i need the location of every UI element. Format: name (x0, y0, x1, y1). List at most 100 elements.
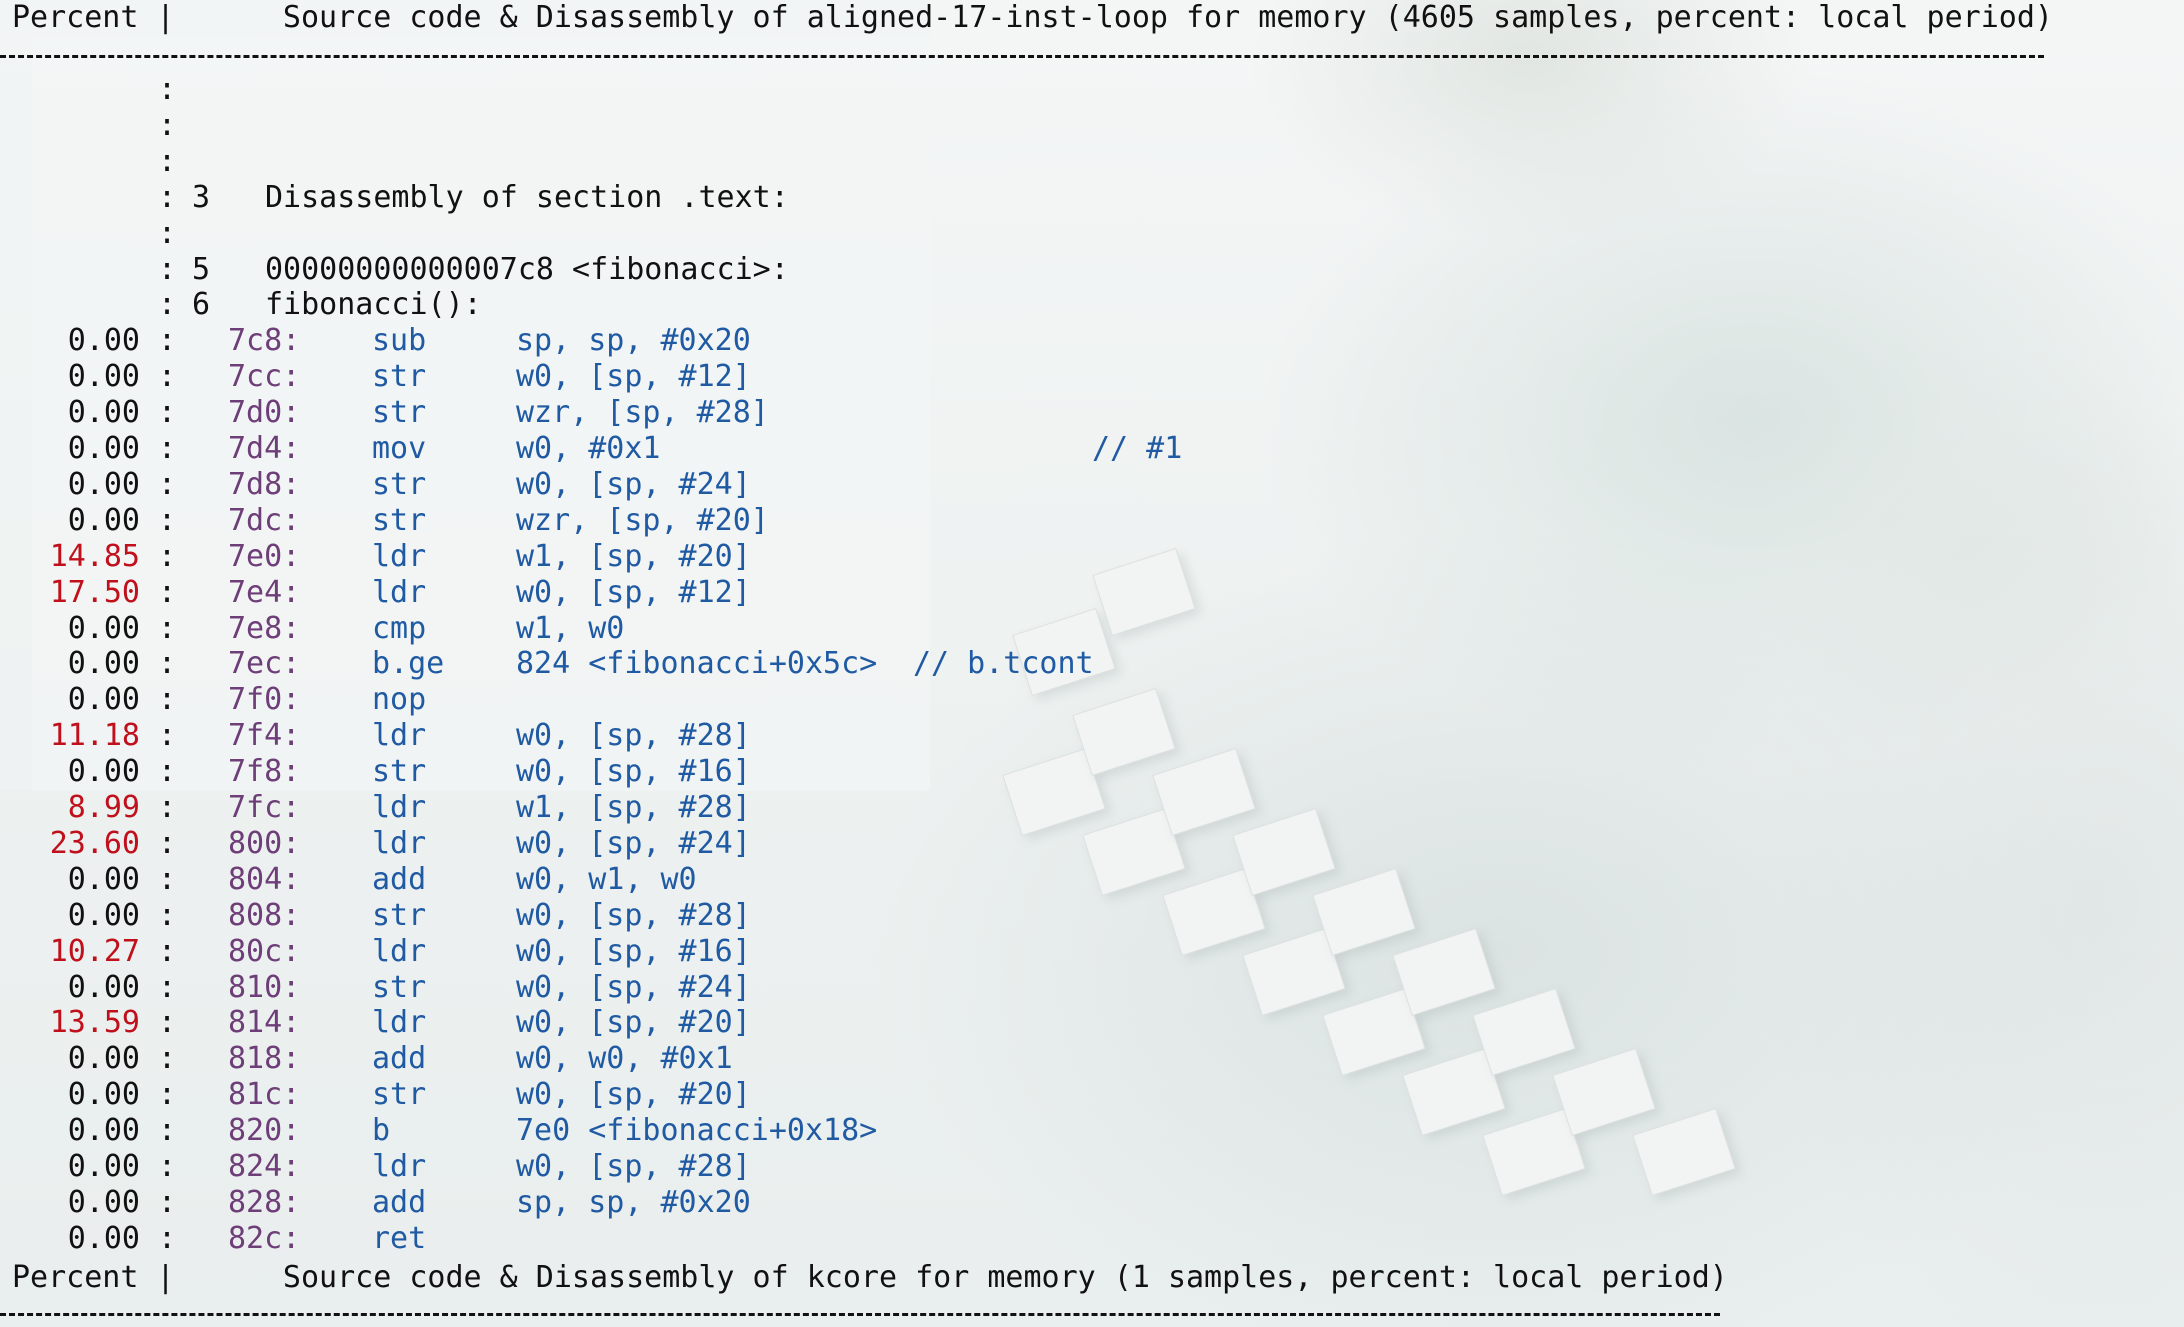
instruction-operands: w0, [sp, #20] (516, 1077, 751, 1113)
sample-percent: 0.00 (67, 1149, 140, 1184)
instruction-mnemonic: ldr (372, 933, 427, 969)
gutter-separator: : (158, 1077, 177, 1113)
instruction-mnemonic: str (372, 502, 427, 538)
instruction-address: 82c: (228, 1220, 301, 1256)
instruction-row[interactable]: 10.27: 80c: ldr w0, [sp, #16] (0, 934, 2184, 970)
instruction-address: 7e0: (228, 538, 301, 574)
gutter-separator: : (158, 1113, 177, 1149)
instruction-operands: w0, w1, w0 (516, 861, 697, 897)
instruction-row[interactable]: 0.00: 7f0: nop (0, 682, 2184, 718)
sample-percent: 0.00 (67, 395, 140, 431)
instruction-operands: w0, #0x1 (516, 431, 661, 466)
gutter-separator: : (158, 502, 177, 538)
instruction-row[interactable]: 0.00: 82c: ret (0, 1221, 2184, 1257)
gutter-separator: : (158, 718, 177, 754)
instruction-address: 7ec: (228, 646, 301, 682)
instruction-address: 810: (228, 969, 301, 1005)
instruction-operands: w0, [sp, #16] (516, 754, 751, 790)
source-line-text: Disassembly of section .text: (265, 179, 789, 215)
gutter-separator: : (158, 969, 177, 1005)
instruction-row[interactable]: 11.18: 7f4: ldr w0, [sp, #28] (0, 718, 2184, 754)
sample-percent: 0.00 (67, 502, 140, 538)
instruction-mnemonic: ldr (372, 825, 427, 861)
instruction-row[interactable]: 0.00: 7f8: str w0, [sp, #16] (0, 754, 2184, 790)
gutter-separator: : (158, 179, 177, 215)
instruction-row[interactable]: 0.00: 7e8: cmp w1, w0 (0, 611, 2184, 647)
instruction-mnemonic: add (372, 861, 427, 897)
gutter-separator: : (158, 538, 177, 574)
instruction-mnemonic: str (372, 1077, 427, 1113)
gutter-separator: : (158, 1041, 177, 1077)
instruction-row[interactable]: 8.99: 7fc: ldr w1, [sp, #28] (0, 790, 2184, 826)
instruction-row[interactable]: 0.00: 818: add w0, w0, #0x1 (0, 1041, 2184, 1077)
instruction-mnemonic: add (372, 1041, 427, 1077)
instruction-mnemonic: sub (372, 323, 427, 359)
instruction-row[interactable]: 0.00: 7d0: str wzr, [sp, #28] (0, 395, 2184, 431)
terminal-annotate-view: Percent | Source code & Disassembly of a… (0, 0, 2184, 1327)
instruction-mnemonic: cmp (372, 610, 427, 646)
gutter-separator: : (158, 215, 177, 251)
sample-percent: 0.00 (67, 1113, 140, 1149)
instruction-operands: w0, [sp, #24] (516, 825, 751, 861)
instruction-address: 7d8: (228, 466, 301, 502)
instruction-address: 7cc: (228, 359, 301, 395)
gutter-separator: : (158, 72, 177, 107)
instruction-row[interactable]: 0.00: 828: add sp, sp, #0x20 (0, 1185, 2184, 1221)
instruction-mnemonic: add (372, 1184, 427, 1220)
instruction-comment: // b.tcont (913, 646, 1094, 682)
instruction-row[interactable]: 14.85: 7e0: ldr w1, [sp, #20] (0, 539, 2184, 575)
instruction-address: 7f0: (228, 682, 301, 718)
sample-percent: 14.85 (49, 538, 140, 574)
instruction-operands: w0, [sp, #24] (516, 969, 751, 1005)
instruction-mnemonic: ldr (372, 1005, 427, 1041)
annotate-header: Percent | Source code & Disassembly of a… (12, 0, 2053, 35)
gutter-separator: : (158, 790, 177, 825)
instruction-row[interactable]: 0.00: 7d8: str w0, [sp, #24] (0, 467, 2184, 503)
source-line: :6 fibonacci(): (0, 287, 2184, 323)
instruction-row[interactable]: 0.00: 820: b 7e0 <fibonacci+0x18> (0, 1113, 2184, 1149)
instruction-row[interactable]: 0.00: 804: add w0, w1, w0 (0, 862, 2184, 898)
instruction-row[interactable]: 0.00: 7ec: b.ge 824 <fibonacci+0x5c> // b.tc… (0, 646, 2184, 682)
instruction-row[interactable]: 0.00: 824: ldr w0, [sp, #28] (0, 1149, 2184, 1185)
instruction-mnemonic: b.ge (372, 646, 445, 682)
instruction-mnemonic: str (372, 969, 427, 1005)
sample-percent: 0.00 (67, 969, 140, 1005)
instruction-address: 7e4: (228, 574, 301, 610)
instruction-operands: w1, [sp, #28] (516, 790, 751, 825)
next-header-separator (0, 1313, 1720, 1316)
sample-percent: 0.00 (67, 1184, 140, 1220)
instruction-row[interactable]: 0.00: 808: str w0, [sp, #28] (0, 898, 2184, 934)
sample-percent: 0.00 (67, 323, 140, 359)
instruction-row[interactable]: 0.00: 7d4: mov w0, #0x1 // #1 (0, 431, 2184, 467)
instruction-address: 828: (228, 1184, 301, 1220)
instruction-row[interactable]: 13.59: 814: ldr w0, [sp, #20] (0, 1005, 2184, 1041)
instruction-row[interactable]: 0.00: 7cc: str w0, [sp, #12] (0, 359, 2184, 395)
instruction-row[interactable]: 0.00: 7c8: sub sp, sp, #0x20 (0, 323, 2184, 359)
source-line: : (0, 108, 2184, 144)
instruction-address: 7fc: (228, 790, 301, 825)
instruction-address: 824: (228, 1149, 301, 1184)
instruction-address: 7f4: (228, 718, 301, 754)
instruction-mnemonic: str (372, 754, 427, 790)
instruction-address: 7c8: (228, 323, 301, 359)
gutter-separator: : (158, 1184, 177, 1220)
gutter-separator: : (158, 143, 177, 179)
instruction-mnemonic: ldr (372, 790, 427, 825)
instruction-mnemonic: ldr (372, 538, 427, 574)
instruction-row[interactable]: 0.00: 810: str w0, [sp, #24] (0, 970, 2184, 1006)
instruction-row[interactable]: 0.00: 7dc: str wzr, [sp, #20] (0, 503, 2184, 539)
instruction-operands: w0, [sp, #24] (516, 466, 751, 502)
gutter-separator: : (158, 287, 177, 323)
instruction-row[interactable]: 17.50: 7e4: ldr w0, [sp, #12] (0, 575, 2184, 611)
gutter-separator: : (158, 825, 177, 861)
instruction-address: 804: (228, 861, 301, 897)
instruction-mnemonic: nop (372, 682, 427, 718)
sample-percent: 0.00 (67, 861, 140, 897)
instruction-address: 814: (228, 1005, 301, 1041)
source-line: :5 00000000000007c8 <fibonacci>: (0, 252, 2184, 288)
instruction-row[interactable]: 0.00: 81c: str w0, [sp, #20] (0, 1077, 2184, 1113)
sample-percent: 0.00 (67, 682, 140, 718)
instruction-operands: w0, [sp, #28] (516, 897, 751, 933)
instruction-address: 80c: (228, 933, 301, 969)
instruction-row[interactable]: 23.60: 800: ldr w0, [sp, #24] (0, 826, 2184, 862)
